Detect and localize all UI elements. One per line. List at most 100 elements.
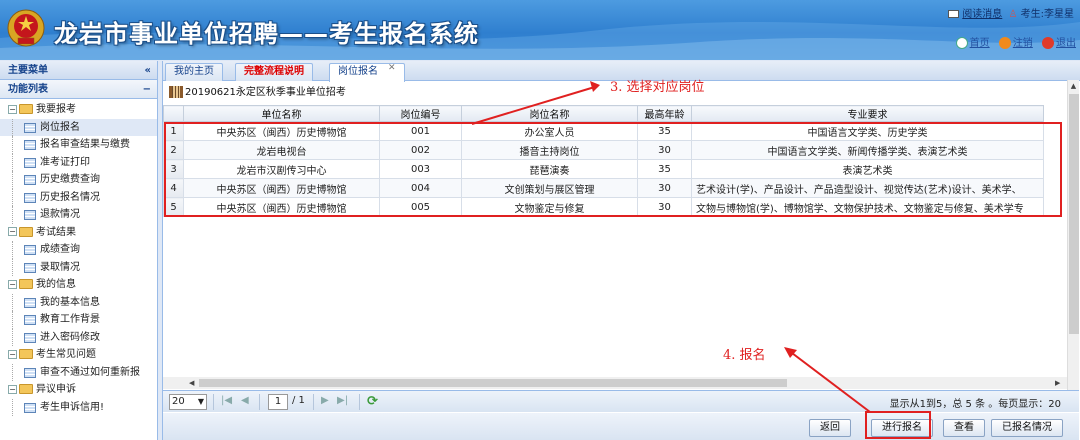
cell-major[interactable]: 中国语言文学类、历史学类 xyxy=(691,121,1044,141)
prev-page-icon[interactable]: ◀ xyxy=(241,395,249,406)
row-number: 1 xyxy=(163,121,184,141)
tree-folder-appeal[interactable]: − 异议申诉 xyxy=(0,381,157,399)
cell-age[interactable]: 30 xyxy=(637,140,692,160)
folder-icon xyxy=(19,104,33,114)
tree-folder-apply[interactable]: − 我要报考 xyxy=(0,101,157,119)
collapse-toggle-icon[interactable]: − xyxy=(8,349,17,359)
sidebar-item-appeal[interactable]: 考生申诉信用! xyxy=(0,398,157,416)
sidebar-item-admission-ticket[interactable]: 准考证打印 xyxy=(0,153,157,171)
function-tree: − 我要报考 岗位报名 报名审查结果与缴费 准考证打印 历史缴费查询 历史报名情况… xyxy=(0,99,157,416)
sidebar-item-post-apply[interactable]: 岗位报名 xyxy=(0,118,157,136)
cell-post[interactable]: 琵琶演奏 xyxy=(461,159,638,179)
horizontal-scroll-thumb[interactable] xyxy=(199,379,787,387)
collapse-toggle-icon[interactable]: − xyxy=(8,279,17,289)
col-header-code[interactable]: 岗位编号 xyxy=(379,105,462,122)
col-header-major[interactable]: 专业要求 xyxy=(691,105,1044,122)
exit-link[interactable]: 退出 xyxy=(1056,38,1076,49)
applied-status-button[interactable]: 已报名情况 xyxy=(991,419,1063,437)
page-number-input[interactable]: 1 xyxy=(268,394,288,410)
collapse-sidebar-button[interactable]: « xyxy=(145,61,151,80)
cell-code[interactable]: 002 xyxy=(379,140,462,160)
sidebar-item-reapply-faq[interactable]: 审查不通过如何重新报 xyxy=(0,363,157,381)
sidebar-item-refund[interactable]: 退款情况 xyxy=(0,206,157,224)
cell-post[interactable]: 文物鉴定与修复 xyxy=(461,197,638,217)
next-page-icon[interactable]: ▶ xyxy=(321,395,329,406)
cell-age[interactable]: 30 xyxy=(637,178,692,198)
folder-icon xyxy=(19,384,33,394)
refresh-icon[interactable]: ⟳ xyxy=(367,394,378,409)
cell-age[interactable]: 30 xyxy=(637,197,692,217)
tab-process[interactable]: 完整流程说明 xyxy=(235,63,313,81)
exit-icon[interactable] xyxy=(1042,37,1054,49)
collapse-toggle-icon[interactable]: − xyxy=(8,104,17,114)
logout-link[interactable]: 注销 xyxy=(1013,38,1033,49)
collapse-toggle-icon[interactable]: − xyxy=(8,227,17,236)
tab-home[interactable]: 我的主页 xyxy=(165,63,223,81)
building-icon xyxy=(169,86,183,98)
apply-button[interactable]: 进行报名 xyxy=(871,419,933,437)
pagination-bar: 20 ▼ |◀ ◀ 1 / 1 ▶ ▶| ⟳ 显示从1到5，总 5 条 。每页显示… xyxy=(163,390,1079,412)
vertical-scroll-thumb[interactable] xyxy=(1069,94,1079,334)
back-button[interactable]: 返回 xyxy=(809,419,851,437)
cell-code[interactable]: 004 xyxy=(379,178,462,198)
col-header-post[interactable]: 岗位名称 xyxy=(461,105,638,122)
cell-post[interactable]: 文创策划与展区管理 xyxy=(461,178,638,198)
cell-major[interactable]: 文物与博物馆(学)、博物馆学、文物保护技术、文物鉴定与修复、美术学专 xyxy=(691,197,1044,217)
logout-icon[interactable] xyxy=(998,37,1011,49)
folder-icon xyxy=(19,226,33,237)
cell-code[interactable]: 003 xyxy=(379,159,462,179)
cell-unit[interactable]: 龙岩电视台 xyxy=(183,140,380,160)
view-button[interactable]: 查看 xyxy=(943,419,985,437)
sidebar-item-review-payment[interactable]: 报名审查结果与缴费 xyxy=(0,136,157,154)
cell-unit[interactable]: 中央苏区（闽西）历史博物馆 xyxy=(183,197,380,217)
tab-post-apply[interactable]: 岗位报名 ✕ xyxy=(329,63,405,82)
sidebar-item-scores[interactable]: 成绩查询 xyxy=(0,241,157,259)
tree-folder-faq[interactable]: − 考生常见问题 xyxy=(0,346,157,364)
sidebar-item-apply-history[interactable]: 历史报名情况 xyxy=(0,188,157,206)
scroll-left-icon[interactable]: ◀ xyxy=(189,377,194,389)
cell-post[interactable]: 办公室人员 xyxy=(461,121,638,141)
sidebar-item-basic-info[interactable]: 我的基本信息 xyxy=(0,293,157,311)
collapse-toggle-icon[interactable]: − xyxy=(8,384,17,394)
table-row[interactable]: 1 中央苏区（闽西）历史博物馆 001 办公室人员 35 中国语言文学类、历史学… xyxy=(163,121,1044,141)
table-header-row: 单位名称 岗位编号 岗位名称 最高年龄 专业要求 xyxy=(163,105,1044,122)
sidebar-item-education[interactable]: 教育工作背景 xyxy=(0,311,157,329)
mail-icon[interactable] xyxy=(948,10,960,18)
cell-code[interactable]: 001 xyxy=(379,121,462,141)
cell-post[interactable]: 播音主持岗位 xyxy=(461,140,638,160)
table-row[interactable]: 2 龙岩电视台 002 播音主持岗位 30 中国语言文学类、新闻传播学类、表演艺… xyxy=(163,140,1044,160)
scroll-right-icon[interactable]: ▶ xyxy=(1055,377,1060,389)
tree-folder-results[interactable]: − 考试结果 xyxy=(0,224,157,242)
cell-unit[interactable]: 龙岩市汉剧传习中心 xyxy=(183,159,380,179)
read-messages-link[interactable]: 阅读消息 xyxy=(962,9,1002,20)
cell-unit[interactable]: 中央苏区（闽西）历史博物馆 xyxy=(183,178,380,198)
cell-major[interactable]: 艺术设计(学)、产品设计、产品造型设计、视觉传达(艺术)设计、美术学、 xyxy=(691,178,1044,198)
cell-code[interactable]: 005 xyxy=(379,197,462,217)
col-header-age[interactable]: 最高年龄 xyxy=(637,105,692,122)
collapse-function-list-button[interactable]: − xyxy=(143,80,151,99)
sidebar-item-password[interactable]: 进入密码修改 xyxy=(0,328,157,346)
page-size-select[interactable]: 20 ▼ xyxy=(169,394,207,410)
row-number: 4 xyxy=(163,178,184,198)
sidebar-item-admission[interactable]: 录取情况 xyxy=(0,258,157,276)
cell-major[interactable]: 中国语言文学类、新闻传播学类、表演艺术类 xyxy=(691,140,1044,160)
col-header-unit[interactable]: 单位名称 xyxy=(183,105,380,122)
cell-age[interactable]: 35 xyxy=(637,159,692,179)
first-page-icon[interactable]: |◀ xyxy=(221,395,232,406)
scroll-up-icon[interactable]: ▲ xyxy=(1068,80,1079,92)
cell-major[interactable]: 表演艺术类 xyxy=(691,159,1044,179)
table-row[interactable]: 5 中央苏区（闽西）历史博物馆 005 文物鉴定与修复 30 文物与博物馆(学)… xyxy=(163,197,1044,217)
table-row[interactable]: 4 中央苏区（闽西）历史博物馆 004 文创策划与展区管理 30 艺术设计(学)… xyxy=(163,178,1044,198)
home-icon[interactable] xyxy=(955,37,968,49)
cell-age[interactable]: 35 xyxy=(637,121,692,141)
sidebar-item-payment-history[interactable]: 历史缴费查询 xyxy=(0,171,157,189)
cell-unit[interactable]: 中央苏区（闽西）历史博物馆 xyxy=(183,121,380,141)
horizontal-scrollbar[interactable]: ◀ ▶ xyxy=(163,377,1067,389)
sidebar-item-label: 历史缴费查询 xyxy=(40,174,100,185)
tree-folder-my-info[interactable]: − 我的信息 xyxy=(0,276,157,294)
home-link[interactable]: 首页 xyxy=(970,38,990,49)
last-page-icon[interactable]: ▶| xyxy=(337,395,348,406)
close-icon[interactable]: ✕ xyxy=(388,63,396,73)
vertical-scrollbar[interactable]: ▲ xyxy=(1067,80,1079,392)
table-row[interactable]: 3 龙岩市汉剧传习中心 003 琵琶演奏 35 表演艺术类 xyxy=(163,159,1044,179)
